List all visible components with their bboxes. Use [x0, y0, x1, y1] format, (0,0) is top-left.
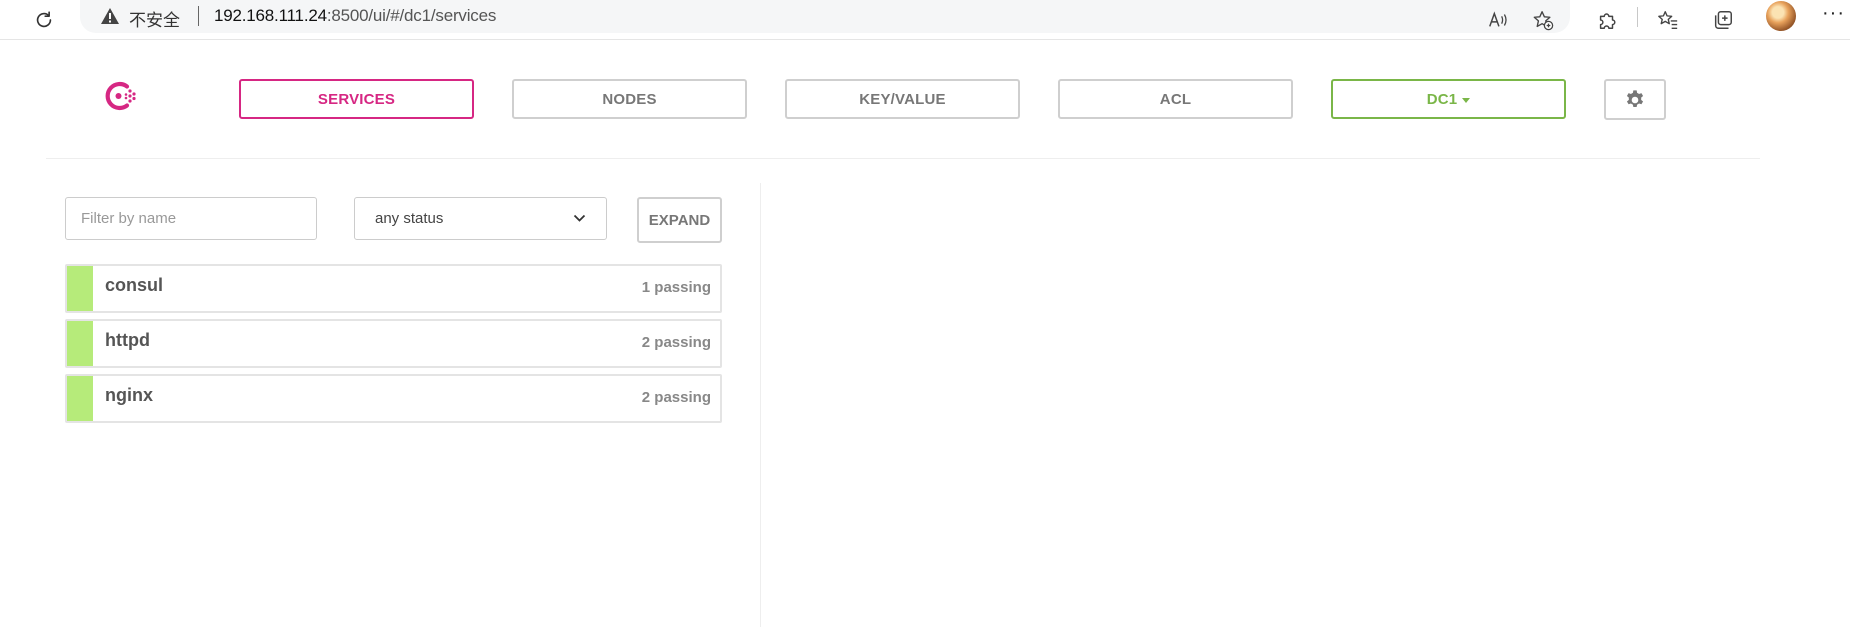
reload-button[interactable]	[28, 4, 60, 36]
add-favorite-button[interactable]	[1527, 4, 1559, 36]
reload-icon	[36, 11, 52, 28]
url-text[interactable]: 192.168.111.24:8500/ui/#/dc1/services	[214, 6, 496, 26]
service-checks-count: 1 passing	[641, 279, 711, 296]
insecure-label[interactable]: 不安全	[129, 6, 180, 31]
extensions-icon	[1599, 13, 1616, 29]
service-row-consul[interactable]: consul 1 passing	[65, 264, 722, 313]
read-aloud-icon	[1489, 11, 1507, 27]
browser-toolbar: 不安全 192.168.111.24:8500/ui/#/dc1/service…	[0, 0, 1850, 40]
caret-down-icon	[1462, 97, 1471, 103]
service-name: consul	[105, 275, 164, 295]
header-divider	[46, 158, 1760, 159]
filter-by-name-input[interactable]	[65, 197, 317, 240]
collections-icon	[1714, 11, 1732, 29]
service-checks-count: 2 passing	[641, 334, 711, 351]
profile-avatar[interactable]	[1766, 1, 1796, 31]
service-status-indicator	[67, 376, 93, 421]
datacenter-label: DC1	[1426, 90, 1458, 108]
panel-divider	[760, 183, 761, 627]
add-favorite-icon	[1533, 11, 1554, 31]
url-path: :8500/ui/#/dc1/services	[326, 6, 497, 25]
gear-icon	[1626, 89, 1644, 107]
collections-button[interactable]	[1707, 4, 1739, 36]
nav-nodes-button[interactable]: NODES	[512, 79, 747, 119]
datacenter-dropdown[interactable]: DC1	[1331, 79, 1566, 119]
favorites-button[interactable]	[1652, 4, 1684, 36]
service-row-nginx[interactable]: nginx 2 passing	[65, 374, 722, 423]
nav-acl-button[interactable]: ACL	[1058, 79, 1293, 119]
favorites-icon	[1658, 11, 1678, 29]
toolbar-divider	[1637, 7, 1638, 27]
settings-button[interactable]	[1604, 79, 1666, 120]
expand-button[interactable]: EXPAND	[637, 197, 722, 243]
status-filter-value: any status	[375, 210, 444, 227]
chevron-down-icon	[573, 214, 586, 222]
service-name: nginx	[105, 385, 153, 405]
extensions-button[interactable]	[1591, 4, 1623, 36]
url-host: 192.168.111.24	[214, 6, 327, 25]
service-row-httpd[interactable]: httpd 2 passing	[65, 319, 722, 368]
service-status-indicator	[67, 266, 93, 311]
nav-key-value-button[interactable]: KEY/VALUE	[785, 79, 1020, 119]
consul-logo-icon[interactable]	[103, 78, 139, 114]
service-name: httpd	[105, 330, 150, 350]
nav-services-button[interactable]: SERVICES	[239, 79, 474, 119]
read-aloud-button[interactable]	[1482, 4, 1514, 36]
warning-icon[interactable]	[100, 7, 120, 25]
status-filter-select[interactable]: any status	[354, 197, 607, 240]
service-status-indicator	[67, 321, 93, 366]
service-checks-count: 2 passing	[641, 389, 711, 406]
address-separator	[198, 6, 199, 26]
more-menu-button[interactable]: ···	[1822, 2, 1845, 25]
